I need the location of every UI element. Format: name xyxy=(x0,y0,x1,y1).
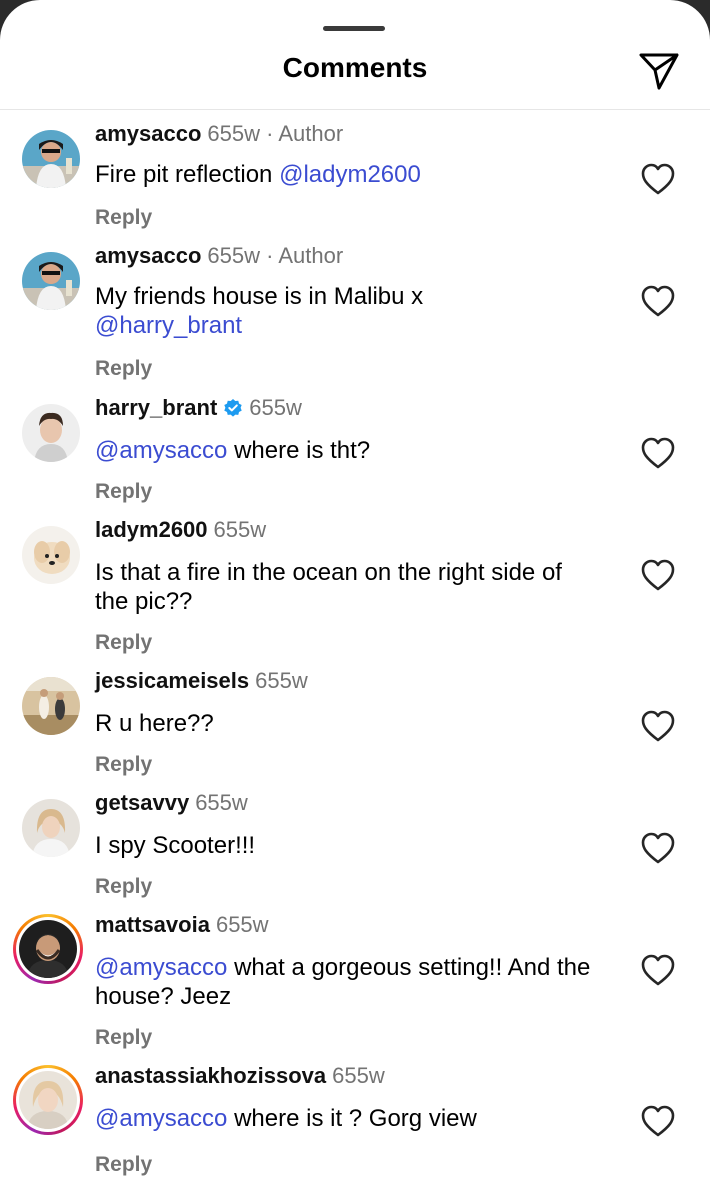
heart-icon[interactable] xyxy=(640,953,676,987)
comment-meta: ladym2600 655w xyxy=(95,516,266,544)
comment-text: I spy Scooter!!! xyxy=(95,831,605,860)
reply-button[interactable]: Reply xyxy=(95,875,152,899)
comments-sheet: Comments amysacco 655w · Author Fire pit … xyxy=(0,0,710,1200)
heart-icon[interactable] xyxy=(640,831,676,865)
reply-button[interactable]: Reply xyxy=(95,480,152,504)
comment-username[interactable]: amysacco xyxy=(95,121,201,146)
reply-button[interactable]: Reply xyxy=(95,631,152,655)
story-ring-gap xyxy=(16,1068,80,1132)
comment-meta: mattsavoia 655w xyxy=(95,911,269,939)
heart-icon[interactable] xyxy=(640,709,676,743)
avatar[interactable] xyxy=(22,252,80,310)
reply-button[interactable]: Reply xyxy=(95,753,152,777)
comment-body: R u here?? xyxy=(95,710,214,737)
mention-link[interactable]: @amysacco xyxy=(95,437,227,464)
comment-time: 655w xyxy=(207,121,261,146)
sheet-grabber-handle[interactable] xyxy=(323,26,385,31)
comment-username[interactable]: harry_brant xyxy=(95,395,217,420)
avatar-story-ring[interactable] xyxy=(13,914,83,984)
paper-plane-icon xyxy=(639,53,679,90)
heart-icon[interactable] xyxy=(640,558,676,592)
comment-username[interactable]: amysacco xyxy=(95,243,201,268)
profile-photo xyxy=(22,526,80,584)
reply-button[interactable]: Reply xyxy=(95,357,152,381)
avatar[interactable] xyxy=(22,404,80,462)
author-badge: Author xyxy=(278,243,344,268)
comment-text: @amysacco where is it ? Gorg view xyxy=(95,1104,605,1133)
separator-dot: · xyxy=(260,121,279,146)
comment-time: 655w xyxy=(207,243,261,268)
reply-button[interactable]: Reply xyxy=(95,1026,152,1050)
avatar[interactable] xyxy=(22,130,80,188)
separator-dot: · xyxy=(260,243,279,268)
profile-photo xyxy=(22,404,80,462)
mention-link[interactable]: @amysacco xyxy=(95,954,227,981)
comment-meta: amysacco 655w · Author xyxy=(95,120,343,148)
comment-time: 655w xyxy=(249,395,302,420)
comment-meta: harry_brant 655w xyxy=(95,394,302,422)
profile-photo xyxy=(22,799,80,857)
comment-text: @amysacco what a gorgeous setting!! And … xyxy=(95,953,615,1011)
comment-text: My friends house is in Malibu x @harry_br… xyxy=(95,282,605,340)
avatar[interactable] xyxy=(22,526,80,584)
comment-time: 655w xyxy=(195,790,248,815)
comment-body: where is it ? Gorg view xyxy=(227,1105,477,1132)
page-title: Comments xyxy=(282,52,428,83)
avatar[interactable] xyxy=(22,799,80,857)
heart-icon[interactable] xyxy=(640,284,676,318)
mention-link[interactable]: @harry_brant xyxy=(95,312,242,339)
comment-meta: jessicameisels 655w xyxy=(95,667,308,695)
comment-text: R u here?? xyxy=(95,709,605,738)
comment-time: 655w xyxy=(213,517,267,542)
comment-body: Fire pit reflection xyxy=(95,161,280,188)
comment-username[interactable]: jessicameisels xyxy=(95,668,249,693)
avatar[interactable] xyxy=(22,677,80,735)
comment-meta: anastassiakhozissova 655w xyxy=(95,1062,385,1090)
profile-photo xyxy=(22,677,80,735)
comment-body: My friends house is in Malibu x xyxy=(95,283,424,310)
mention-link[interactable]: @ladym2600 xyxy=(279,161,421,188)
share-button[interactable] xyxy=(636,48,682,94)
heart-icon[interactable] xyxy=(640,436,676,470)
comment-time: 655w xyxy=(332,1063,385,1088)
reply-button[interactable]: Reply xyxy=(95,1153,152,1177)
comment-meta: getsavvy 655w xyxy=(95,789,248,817)
avatar-story-ring[interactable] xyxy=(13,1065,83,1135)
reply-button[interactable]: Reply xyxy=(95,206,152,230)
comment-time: 655w xyxy=(215,912,269,937)
comment-time: 655w xyxy=(255,668,308,693)
author-badge: Author xyxy=(278,121,344,146)
comment-body: I spy Scooter!!! xyxy=(95,832,256,859)
comment-body: where is tht? xyxy=(227,437,371,464)
comment-text: @amysacco where is tht? xyxy=(95,436,605,465)
profile-photo xyxy=(22,130,80,188)
comment-text: Fire pit reflection @ladym2600 xyxy=(95,160,605,189)
comment-username[interactable]: anastassiakhozissova xyxy=(95,1063,326,1088)
heart-icon[interactable] xyxy=(640,1104,676,1138)
comment-body: Is that a fire in the ocean on the right… xyxy=(95,559,562,615)
comment-username[interactable]: getsavvy xyxy=(95,790,189,815)
comment-username[interactable]: ladym2600 xyxy=(95,517,208,542)
profile-photo xyxy=(22,252,80,310)
profile-photo xyxy=(19,920,77,978)
comment-text: Is that a fire in the ocean on the right… xyxy=(95,558,595,616)
verified-badge-icon xyxy=(224,399,242,417)
header-divider xyxy=(0,109,710,110)
story-ring-gap xyxy=(16,917,80,981)
heart-icon[interactable] xyxy=(640,162,676,196)
comment-meta: amysacco 655w · Author xyxy=(95,242,343,270)
mention-link[interactable]: @amysacco xyxy=(95,1105,227,1132)
profile-photo xyxy=(19,1071,77,1129)
comment-username[interactable]: mattsavoia xyxy=(95,912,210,937)
